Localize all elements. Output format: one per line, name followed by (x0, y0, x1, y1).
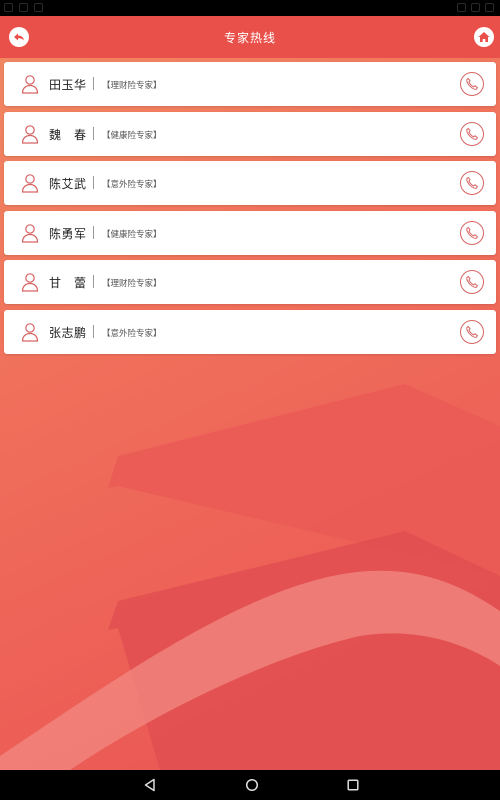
expert-specialty: 【健康险专家】 (102, 130, 162, 141)
status-icons-left (4, 3, 43, 12)
notification-icon (4, 3, 13, 12)
signal-icon (457, 3, 466, 12)
battery-icon (485, 3, 494, 12)
phone-icon (466, 325, 479, 338)
expert-row[interactable]: 陈勇军 【健康险专家】 (4, 210, 496, 255)
home-button[interactable] (474, 27, 494, 47)
expert-name: 陈艾武 (49, 177, 87, 192)
page-title: 专家热线 (223, 31, 276, 45)
home-icon (478, 32, 490, 42)
wifi-icon (471, 3, 480, 12)
person-icon (21, 75, 39, 94)
notification-icon (19, 3, 28, 12)
phone-icon (466, 276, 479, 289)
expert-row[interactable]: 甘 蕾 【理财险专家】 (4, 260, 496, 305)
notification-icon (34, 3, 43, 12)
call-button[interactable] (460, 270, 484, 295)
call-button[interactable] (460, 171, 484, 196)
expert-row[interactable]: 陈艾武 【意外险专家】 (4, 161, 496, 206)
expert-name: 田玉华 (49, 78, 87, 92)
call-button[interactable] (460, 72, 484, 96)
person-icon (21, 124, 39, 144)
expert-name: 甘 蕾 (49, 276, 87, 291)
divider (93, 225, 94, 239)
expert-name: 张志鹏 (49, 325, 87, 340)
call-button[interactable] (460, 319, 484, 344)
expert-list: 田玉华 【理财险专家】 魏 春 【健康险专家】 陈艾武 【意外险专家】 陈勇军 … (4, 62, 496, 360)
expert-row[interactable]: 张志鹏 【意外险专家】 (4, 309, 496, 354)
expert-name: 魏 春 (49, 127, 87, 142)
person-icon (21, 273, 39, 292)
square-recent-icon[interactable] (346, 778, 360, 792)
expert-name: 陈勇军 (49, 226, 87, 241)
status-icons-right (457, 3, 494, 12)
divider (93, 275, 94, 289)
expert-row[interactable]: 魏 春 【健康险专家】 (4, 111, 496, 156)
phone-icon (466, 226, 479, 239)
person-icon (21, 323, 39, 342)
divider (93, 324, 94, 338)
person-icon (21, 223, 39, 243)
divider (93, 126, 94, 140)
divider (93, 77, 94, 90)
system-navigation-bar (0, 770, 500, 800)
expert-specialty: 【理财险专家】 (102, 81, 162, 91)
divider (93, 176, 94, 190)
status-bar (0, 0, 500, 16)
triangle-back-icon[interactable] (143, 778, 157, 792)
phone-icon (466, 176, 479, 190)
expert-specialty: 【意外险专家】 (102, 180, 162, 191)
call-button[interactable] (460, 220, 484, 245)
circle-home-icon[interactable] (245, 778, 259, 792)
phone-icon (466, 77, 479, 90)
header-bar: 专家热线 (0, 16, 500, 58)
expert-specialty: 【健康险专家】 (102, 229, 162, 240)
person-icon (21, 174, 39, 193)
expert-specialty: 【意外险专家】 (102, 328, 162, 339)
phone-icon (466, 127, 479, 140)
expert-specialty: 【理财险专家】 (102, 279, 162, 290)
expert-row[interactable]: 田玉华 【理财险专家】 (4, 62, 496, 106)
call-button[interactable] (460, 121, 484, 146)
